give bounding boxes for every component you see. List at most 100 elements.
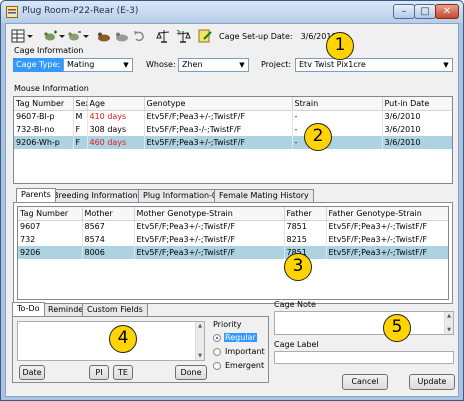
grey-mouse-icon[interactable] xyxy=(114,28,130,44)
mother-cell[interactable]: 8006 xyxy=(82,246,135,259)
dropdown-arrow-icon[interactable] xyxy=(82,28,90,44)
grid-menu-icon[interactable] xyxy=(10,28,26,44)
table-row-selected[interactable]: 9206-Wh-p F 460 days Etv5F/F;Pea3+/-;Twi… xyxy=(14,136,452,149)
cage-note-scrollbar[interactable]: ▲ ▼ xyxy=(444,312,453,334)
column-header[interactable]: Tag Number xyxy=(14,97,74,111)
todo-panel: ▲ ▼ Priority Regular Important Emergent … xyxy=(12,316,269,383)
strain-cell[interactable]: - xyxy=(292,110,383,123)
father-genotype-cell[interactable]: Etv5F/F;Pea3+/-;TwistF/F xyxy=(326,246,448,259)
father-cell[interactable]: 8215 xyxy=(284,233,327,246)
tab-todo[interactable]: To-Do xyxy=(12,302,45,316)
put-in-date-cell[interactable]: 3/6/2010 xyxy=(382,110,452,123)
column-header[interactable]: Age xyxy=(87,97,145,111)
dropdown-arrow-icon[interactable] xyxy=(58,28,66,44)
tab-plug-information[interactable]: Plug Information-0 xyxy=(138,189,223,202)
priority-important-label: Important xyxy=(225,347,265,356)
radio-selected-icon[interactable] xyxy=(213,333,221,342)
genotype-cell[interactable]: Etv5F/F;Pea3+/-;TwistF/F xyxy=(144,110,293,123)
tag-cell[interactable]: 9206 xyxy=(18,246,83,259)
chevron-down-icon[interactable]: ▼ xyxy=(237,60,247,70)
dropdown-arrow-icon[interactable] xyxy=(26,28,34,44)
column-header[interactable]: Father Genotype-Strain xyxy=(326,207,448,221)
brown-mouse-icon[interactable] xyxy=(96,28,112,44)
radio-icon[interactable] xyxy=(213,347,221,356)
priority-important-radio[interactable]: Important xyxy=(213,346,266,357)
table-row[interactable]: 9607-Bl-p M 410 days Etv5F/F;Pea3+/-;Twi… xyxy=(14,110,452,123)
father-cell[interactable]: 7851 xyxy=(284,220,327,233)
column-header[interactable]: Put-in Date xyxy=(382,97,452,111)
column-header[interactable]: Mother xyxy=(82,207,135,221)
pi-button[interactable]: PI xyxy=(89,365,109,380)
cage-information-heading: Cage Information xyxy=(14,46,84,55)
callout-badge: 2 xyxy=(304,123,332,151)
chevron-down-icon[interactable]: ▼ xyxy=(441,60,451,70)
transfer-scale-icon[interactable] xyxy=(175,28,191,44)
tag-cell[interactable]: 9206-Wh-p xyxy=(14,136,74,149)
todo-scrollbar[interactable]: ▲ ▼ xyxy=(195,322,204,360)
update-button[interactable]: Update xyxy=(409,374,455,390)
balance-scale-icon[interactable] xyxy=(156,28,172,44)
age-cell[interactable]: 410 days xyxy=(87,110,145,123)
project-select[interactable]: Etv Twist Pix1cre ▼ xyxy=(295,58,453,72)
priority-regular-radio[interactable]: Regular xyxy=(213,332,257,343)
cage-note-textarea[interactable]: ▲ ▼ xyxy=(274,311,454,335)
mouse-remove-icon[interactable] xyxy=(66,28,82,44)
mouse-add-icon[interactable] xyxy=(42,28,58,44)
maximize-button[interactable]: □ xyxy=(414,4,436,19)
column-header[interactable]: Tag Number xyxy=(18,207,83,221)
genotype-cell[interactable]: Etv5F/F;Pea3+/-;TwistF/F xyxy=(144,136,293,149)
sex-cell[interactable]: M xyxy=(73,110,88,123)
cage-label-label: Cage Label xyxy=(274,340,319,349)
tab-breeding-information[interactable]: Breeding Information-0 xyxy=(48,189,151,202)
undo-icon[interactable] xyxy=(132,28,148,44)
scroll-down-icon[interactable]: ▼ xyxy=(445,326,453,334)
father-genotype-cell[interactable]: Etv5F/F;Pea3+/-;TwistF/F xyxy=(326,220,448,233)
whose-select[interactable]: Zhen ▼ xyxy=(178,58,249,72)
tag-cell[interactable]: 9607-Bl-p xyxy=(14,110,74,123)
mother-genotype-cell[interactable]: Etv5F/F;Pea3+/-;TwistF/F xyxy=(134,246,285,259)
mother-genotype-cell[interactable]: Etv5F/F;Pea3+/-;TwistF/F xyxy=(134,220,285,233)
column-header[interactable]: Genotype xyxy=(144,97,293,111)
sex-cell[interactable]: F xyxy=(73,123,88,136)
scroll-down-icon[interactable]: ▼ xyxy=(196,352,204,360)
date-button[interactable]: Date xyxy=(19,365,45,380)
tag-cell[interactable]: 732-Bl-no xyxy=(14,123,74,136)
notepad-icon[interactable] xyxy=(197,28,213,44)
cage-label-input[interactable] xyxy=(274,351,454,364)
mother-cell[interactable]: 8567 xyxy=(82,220,135,233)
table-row[interactable]: 732 8574 Etv5F/F;Pea3+/-;TwistF/F 8215 E… xyxy=(18,233,448,246)
priority-emergent-radio[interactable]: Emergent xyxy=(213,360,265,371)
tab-custom-fields[interactable]: Custom Fields xyxy=(82,303,148,316)
chevron-down-icon[interactable]: ▼ xyxy=(121,60,131,70)
minimize-button[interactable]: – xyxy=(393,4,415,19)
age-cell[interactable]: 308 days xyxy=(87,123,145,136)
father-genotype-cell[interactable]: Etv5F/F;Pea3+/-;TwistF/F xyxy=(326,233,448,246)
age-cell[interactable]: 460 days xyxy=(87,136,145,149)
genotype-cell[interactable]: Etv5F/F;Pea3-/-;TwistF/F xyxy=(144,123,293,136)
te-button[interactable]: TE xyxy=(113,365,133,380)
table-row[interactable]: 732-Bl-no F 308 days Etv5F/F;Pea3-/-;Twi… xyxy=(14,123,452,136)
put-in-date-cell[interactable]: 3/6/2010 xyxy=(382,123,452,136)
title-bar: Plug Room-P22-Rear (E-3) – □ ✕ xyxy=(1,1,463,23)
tab-female-mating-history[interactable]: Female Mating History xyxy=(214,189,314,202)
column-header[interactable]: Father xyxy=(284,207,327,221)
tag-cell[interactable]: 732 xyxy=(18,233,83,246)
mother-cell[interactable]: 8574 xyxy=(82,233,135,246)
radio-icon[interactable] xyxy=(213,361,221,370)
scroll-up-icon[interactable]: ▲ xyxy=(445,312,453,320)
tag-cell[interactable]: 9607 xyxy=(18,220,83,233)
column-header[interactable]: Sex xyxy=(73,97,88,111)
table-row-selected[interactable]: 9206 8006 Etv5F/F;Pea3+/-;TwistF/F 7851 … xyxy=(18,246,448,259)
sex-cell[interactable]: F xyxy=(73,136,88,149)
column-header[interactable]: Mother Genotype-Strain xyxy=(134,207,285,221)
close-button[interactable]: ✕ xyxy=(435,4,459,19)
table-row[interactable]: 9607 8567 Etv5F/F;Pea3+/-;TwistF/F 7851 … xyxy=(18,220,448,233)
done-button[interactable]: Done xyxy=(175,365,207,380)
put-in-date-cell[interactable]: 3/6/2010 xyxy=(382,136,452,149)
mother-genotype-cell[interactable]: Etv5F/F;Pea3+/-;TwistF/F xyxy=(134,233,285,246)
tab-parents[interactable]: Parents xyxy=(16,188,56,202)
scroll-up-icon[interactable]: ▲ xyxy=(196,322,204,330)
cancel-button[interactable]: Cancel xyxy=(342,374,388,390)
column-header[interactable]: Strain xyxy=(292,97,383,111)
cage-type-select[interactable]: Mating ▼ xyxy=(63,58,133,72)
